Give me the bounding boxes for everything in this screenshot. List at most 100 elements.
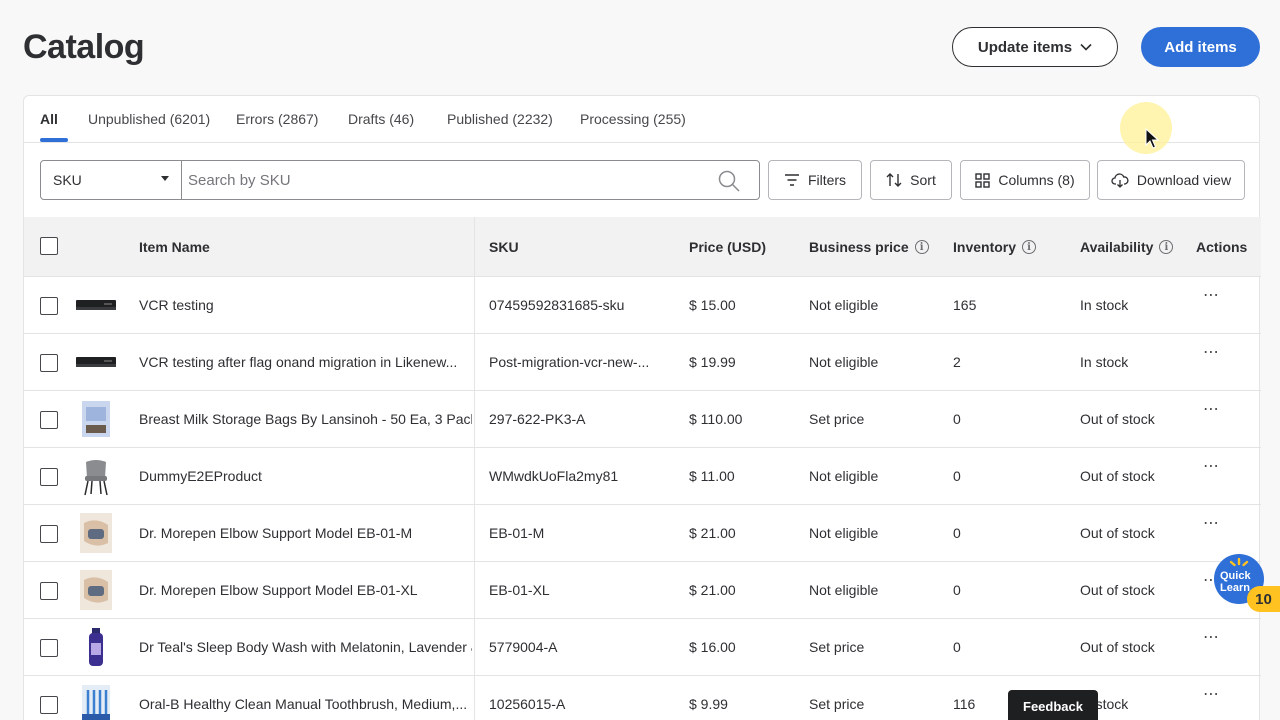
more-actions-icon[interactable]: ⋯ [1203, 630, 1223, 649]
availability-cell: Out of stock [1080, 582, 1155, 598]
item-name-cell[interactable]: Oral-B Healthy Clean Manual Toothbrush, … [139, 696, 472, 712]
business-price-cell: Set price [809, 696, 865, 712]
row-checkbox[interactable] [40, 411, 58, 429]
tab-published[interactable]: Published (2232) [447, 111, 553, 127]
update-items-button[interactable]: Update items [952, 27, 1118, 67]
price-cell: $ 16.00 [689, 639, 736, 655]
item-name-cell[interactable]: Dr. Morepen Elbow Support Model EB-01-XL [139, 582, 472, 598]
sku-cell: 297-622-PK3-A [489, 411, 586, 427]
more-actions-icon[interactable]: ⋯ [1203, 345, 1223, 364]
column-header-label: Item Name [139, 239, 210, 255]
business-price-cell: Not eligible [809, 582, 879, 598]
filters-label: Filters [807, 172, 847, 188]
info-icon[interactable]: i [1022, 240, 1037, 254]
table-row[interactable]: Dr. Morepen Elbow Support Model EB-01-XL… [24, 562, 1261, 619]
column-divider [474, 217, 475, 720]
column-header-label: SKU [489, 239, 519, 255]
more-actions-icon[interactable]: ⋯ [1203, 516, 1223, 535]
column-header-label: Inventory [953, 239, 1017, 255]
search-input[interactable] [188, 161, 708, 199]
business-price-cell: Not eligible [809, 354, 879, 370]
product-thumbnail[interactable] [74, 342, 118, 382]
feedback-button[interactable]: Feedback [1008, 690, 1098, 720]
info-icon[interactable]: i [1159, 240, 1174, 254]
row-checkbox[interactable] [40, 696, 58, 714]
business-price-cell: Not eligible [809, 525, 879, 541]
filter-icon [784, 174, 799, 186]
column-header-label: Price (USD) [689, 239, 767, 255]
column-header-business-price[interactable]: Business price i [809, 239, 929, 255]
table-row[interactable]: Dr Teal's Sleep Body Wash with Melatonin… [24, 619, 1261, 676]
info-icon[interactable]: i [914, 240, 929, 254]
product-thumbnail[interactable] [74, 627, 118, 667]
row-checkbox[interactable] [40, 639, 58, 657]
item-name-cell[interactable]: VCR testing [139, 297, 472, 313]
more-actions-icon[interactable]: ⋯ [1203, 288, 1223, 307]
column-header-label: Availability [1080, 239, 1154, 255]
tab-processing[interactable]: Processing (255) [580, 111, 686, 127]
sku-cell: 07459592831685-sku [489, 297, 625, 313]
search-field-select[interactable]: SKU [40, 160, 182, 200]
column-header-label: Actions [1196, 239, 1248, 255]
row-checkbox[interactable] [40, 468, 58, 486]
sort-label: Sort [910, 172, 936, 188]
select-all-checkbox[interactable] [40, 237, 58, 255]
business-price-cell: Set price [809, 639, 865, 655]
column-header-sku[interactable]: SKU [489, 239, 519, 255]
download-view-label: Download view [1136, 172, 1232, 188]
product-thumbnail[interactable] [74, 684, 118, 720]
add-items-button[interactable]: Add items [1141, 27, 1260, 67]
item-name-cell[interactable]: Breast Milk Storage Bags By Lansinoh - 5… [139, 411, 472, 427]
filters-button[interactable]: Filters [768, 160, 862, 200]
product-thumbnail[interactable] [74, 456, 118, 496]
item-name-cell[interactable]: Dr Teal's Sleep Body Wash with Melatonin… [139, 639, 472, 655]
tab-errors[interactable]: Errors (2867) [236, 111, 318, 127]
tab-unpublished[interactable]: Unpublished (6201) [88, 111, 210, 127]
status-tabs: All Unpublished (6201) Errors (2867) Dra… [24, 96, 1259, 143]
table-row[interactable]: VCR testing after flag onand migration i… [24, 334, 1261, 391]
more-actions-icon[interactable]: ⋯ [1203, 459, 1223, 478]
product-thumbnail[interactable] [74, 570, 118, 610]
more-actions-icon[interactable]: ⋯ [1203, 402, 1223, 421]
page-title: Catalog [23, 28, 145, 66]
search-icon[interactable] [717, 169, 741, 193]
row-checkbox[interactable] [40, 354, 58, 372]
mouse-pointer-icon [1145, 128, 1159, 149]
row-checkbox[interactable] [40, 582, 58, 600]
product-thumbnail[interactable] [74, 399, 118, 439]
business-price-cell: Not eligible [809, 468, 879, 484]
column-header-inventory[interactable]: Inventory i [953, 239, 1037, 255]
table-row[interactable]: Dr. Morepen Elbow Support Model EB-01-M … [24, 505, 1261, 562]
update-items-label: Update items [977, 38, 1073, 56]
column-header-price[interactable]: Price (USD) [689, 239, 766, 255]
sku-cell: WMwdkUoFla2my81 [489, 468, 619, 484]
product-thumbnail[interactable] [74, 513, 118, 553]
columns-button[interactable]: Columns (8) [960, 160, 1090, 200]
product-thumbnail[interactable] [74, 285, 118, 325]
download-view-button[interactable]: Download view [1097, 160, 1245, 200]
row-checkbox[interactable] [40, 297, 58, 315]
more-actions-icon[interactable]: ⋯ [1203, 687, 1223, 706]
inventory-cell: 2 [953, 354, 961, 370]
price-cell: $ 21.00 [689, 525, 736, 541]
table-row[interactable]: VCR testing 07459592831685-sku $ 15.00 N… [24, 277, 1261, 334]
spark-icon [1229, 558, 1249, 567]
item-name-cell[interactable]: Dr. Morepen Elbow Support Model EB-01-M [139, 525, 472, 541]
table-row[interactable]: Breast Milk Storage Bags By Lansinoh - 5… [24, 391, 1261, 448]
row-checkbox[interactable] [40, 525, 58, 543]
tab-drafts[interactable]: Drafts (46) [348, 111, 414, 127]
availability-cell: In stock [1080, 297, 1129, 313]
item-name-cell[interactable]: VCR testing after flag onand migration i… [139, 354, 472, 370]
column-header-availability[interactable]: Availability i [1080, 239, 1174, 255]
item-name-cell[interactable]: DummyE2EProduct [139, 468, 472, 484]
sort-button[interactable]: Sort [870, 160, 952, 200]
inventory-cell: 0 [953, 525, 961, 541]
availability-cell: Out of stock [1080, 411, 1155, 427]
column-header-item-name[interactable]: Item Name [139, 239, 210, 255]
cloud-download-icon [1111, 172, 1129, 188]
price-cell: $ 19.99 [689, 354, 736, 370]
table-row[interactable]: DummyE2EProduct WMwdkUoFla2my81 $ 11.00 … [24, 448, 1261, 505]
tab-all[interactable]: All [40, 111, 58, 127]
columns-label: Columns (8) [998, 172, 1075, 188]
column-header-label: Business price [809, 239, 909, 255]
